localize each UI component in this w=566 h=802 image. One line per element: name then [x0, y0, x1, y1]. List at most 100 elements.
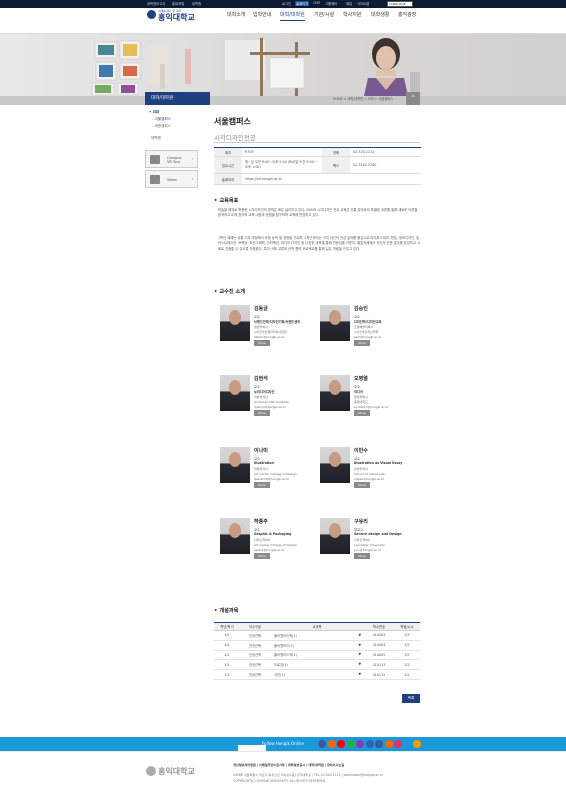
- chevron-up-icon[interactable]: ^: [406, 92, 420, 105]
- top-link-groupware[interactable]: 그룹웨어: [325, 1, 337, 6]
- course-term: 4/1: [214, 650, 240, 661]
- top-link-home[interactable]: 홈페이지: [295, 1, 310, 6]
- faculty-more-button[interactable]: More: [354, 340, 370, 346]
- social-icon[interactable]: [394, 740, 402, 748]
- campus-vr-tour-button[interactable]: Campus VR Tour ›: [145, 150, 198, 168]
- course-code: 410113: [364, 659, 394, 671]
- list-button[interactable]: 목록: [402, 694, 420, 703]
- faculty-more-button[interactable]: More: [254, 482, 270, 488]
- faculty-school: (사)한국디자인학회: [354, 330, 379, 334]
- nav-colleges[interactable]: 대학/대학원: [280, 11, 305, 21]
- social-icon[interactable]: [403, 740, 412, 748]
- course-name-label: 플러월리드적(1): [274, 653, 297, 658]
- faculty-email[interactable]: yuri@hongik.ac.kr: [354, 548, 381, 552]
- course-credit: 2/2: [394, 669, 420, 680]
- dropdown-arrow-icon[interactable]: ▼: [358, 643, 361, 647]
- course-name[interactable]: ▼ 플러월리드적(1): [270, 630, 364, 641]
- sidebar-item-graduate[interactable]: 대학원: [151, 136, 161, 141]
- faculty-email[interactable]: leenami8@hongik.ac.kr: [254, 477, 289, 481]
- sidebar-item-seoul[interactable]: - 서울캠퍼스: [152, 117, 171, 122]
- dropdown-arrow-icon[interactable]: ▼: [358, 633, 361, 637]
- social-icon[interactable]: [384, 740, 393, 748]
- course-term: 4/1: [214, 640, 240, 651]
- homepage-link[interactable]: https://vd.hongik.ac.kr: [242, 173, 421, 185]
- social-icon[interactable]: [375, 740, 383, 748]
- faculty-email[interactable]: hyskim@hongik.ac.kr: [254, 405, 286, 409]
- university-emblem-icon[interactable]: [147, 10, 156, 19]
- dropdown-arrow-icon[interactable]: ▼: [358, 662, 361, 666]
- course-code: 410004: [364, 640, 394, 651]
- faculty-more-button[interactable]: More: [254, 553, 270, 559]
- info-value: R709: [242, 147, 322, 157]
- social-icon[interactable]: [318, 740, 326, 748]
- course-name[interactable]: ▼ 플러월리드적(1): [270, 650, 364, 661]
- footer-links[interactable]: 개인정보처리방침 | 이메일무단수집거부 | 대학정보공시 | 대학/대학원 |…: [233, 762, 344, 767]
- faculty-field: 브랜드전략/디자인기획/브랜드관리: [254, 320, 301, 324]
- top-link-report[interactable]: 대학원보고서: [147, 1, 165, 6]
- social-icon[interactable]: [356, 740, 364, 748]
- faculty-name: 이나미: [254, 448, 268, 454]
- faculty-field: 디자인학/디자인교육: [354, 320, 382, 324]
- top-link-mail[interactable]: 메일: [346, 1, 352, 6]
- social-icon[interactable]: [337, 740, 345, 748]
- goal-paragraph-2: 1학년 때에는 공통 기초 과정에서 조형 능력 및 표현을 기르며, 2학년부…: [218, 236, 421, 251]
- course-name[interactable]: ▼ 드로잉(1): [270, 659, 364, 671]
- faculty-email[interactable]: jejuha@hongik.ac.kr: [254, 548, 285, 552]
- nav-academic[interactable]: 학사지원: [343, 11, 361, 18]
- section-heading-faculty: 교수진 소개: [214, 288, 245, 295]
- top-link-sitemap[interactable]: 사이트맵: [357, 1, 369, 6]
- nav-plaza[interactable]: 홍익광장: [398, 11, 416, 18]
- info-key: 홈페이지: [214, 173, 242, 185]
- faculty-more-button[interactable]: More: [354, 553, 370, 559]
- social-icon[interactable]: [413, 740, 421, 748]
- dropdown-arrow-icon[interactable]: ▼: [358, 652, 361, 656]
- vr-tour-icon: [150, 155, 160, 164]
- nav-facilities[interactable]: 기관/시설: [314, 11, 334, 18]
- faculty-email[interactable]: byo0007@hongik.ac.kr: [354, 405, 389, 409]
- faculty-school: Lancaster University: [354, 543, 385, 547]
- faculty-school: School of Visual Arts: [354, 472, 385, 476]
- nav-campus-life[interactable]: 대학생활: [371, 11, 389, 18]
- social-icon[interactable]: [365, 740, 374, 748]
- faculty-email[interactable]: sijm@hongik.ac.kr: [354, 335, 382, 339]
- course-credit: 3/3: [394, 650, 420, 661]
- faculty-field: 뉴미디어디자인: [254, 390, 275, 394]
- social-icon[interactable]: [327, 740, 336, 748]
- top-link-portal[interactable]: 홍대포털: [172, 1, 184, 6]
- faculty-photo: [220, 518, 250, 554]
- video-button[interactable]: Video ›: [145, 170, 198, 188]
- follow-bar: Follow Hongik Online: [0, 737, 566, 751]
- faculty-degree: 미술학석사: [254, 467, 268, 471]
- goal-paragraph: 미술을 매체로 활용한 시각디자인의 영역은 매우 넓어지고 있다. SNS와 …: [218, 208, 418, 218]
- sidebar-item-sejong[interactable]: - 세종캠퍼스: [152, 124, 171, 129]
- chevron-right-icon: ›: [191, 157, 193, 161]
- faculty-email[interactable]: mslee@hongik.ac.kr: [354, 477, 385, 481]
- logo-wordmark[interactable]: 홍익대학교: [158, 12, 195, 23]
- nav-about[interactable]: 대학소개: [227, 11, 245, 18]
- nav-admission[interactable]: 입학안내: [253, 11, 271, 18]
- faculty-more-button[interactable]: More: [254, 340, 270, 346]
- faculty-degree: 조형예술학박사: [354, 325, 374, 329]
- faculty-more-button[interactable]: More: [354, 482, 370, 488]
- course-name-label: 플러월리드적(1): [274, 633, 297, 638]
- social-icon[interactable]: [346, 740, 355, 748]
- faculty-more-button[interactable]: More: [254, 410, 270, 416]
- faculty-email[interactable]: dkkim@hongik.ac.kr: [254, 335, 285, 339]
- sidebar-item-fine-arts[interactable]: • 미대: [149, 110, 159, 115]
- dropdown-arrow-icon[interactable]: ▼: [358, 672, 361, 676]
- faculty-school: Art Center College of Design: [254, 472, 297, 476]
- faculty-school: 중앙대학교: [354, 400, 368, 404]
- faculty-card: 김동균 교수 브랜드전략/디자인기획/브랜드관리 경영학박사 (사)한국산업디자이너협회…: [220, 305, 315, 365]
- faculty-photo: [320, 305, 350, 341]
- course-name[interactable]: ▼ 사진(1): [270, 669, 364, 680]
- faculty-more-button[interactable]: More: [354, 410, 370, 416]
- course-name[interactable]: ▼ 플러월리드(2): [270, 640, 364, 651]
- top-link-cms[interactable]: CMS: [313, 1, 320, 5]
- page-title: 서울캠퍼스: [214, 117, 251, 126]
- language-select[interactable]: LANGUAGE: [387, 1, 413, 7]
- course-row: 1/1 전공선택 ▼ 드로잉(1) 410113 2/2: [214, 659, 420, 671]
- top-link-login[interactable]: 로그인: [282, 1, 291, 6]
- section-title: 대학/대학원: [145, 92, 210, 105]
- top-link-graduate[interactable]: 대학원: [192, 1, 201, 6]
- col-credit: 학점/시수: [394, 622, 420, 631]
